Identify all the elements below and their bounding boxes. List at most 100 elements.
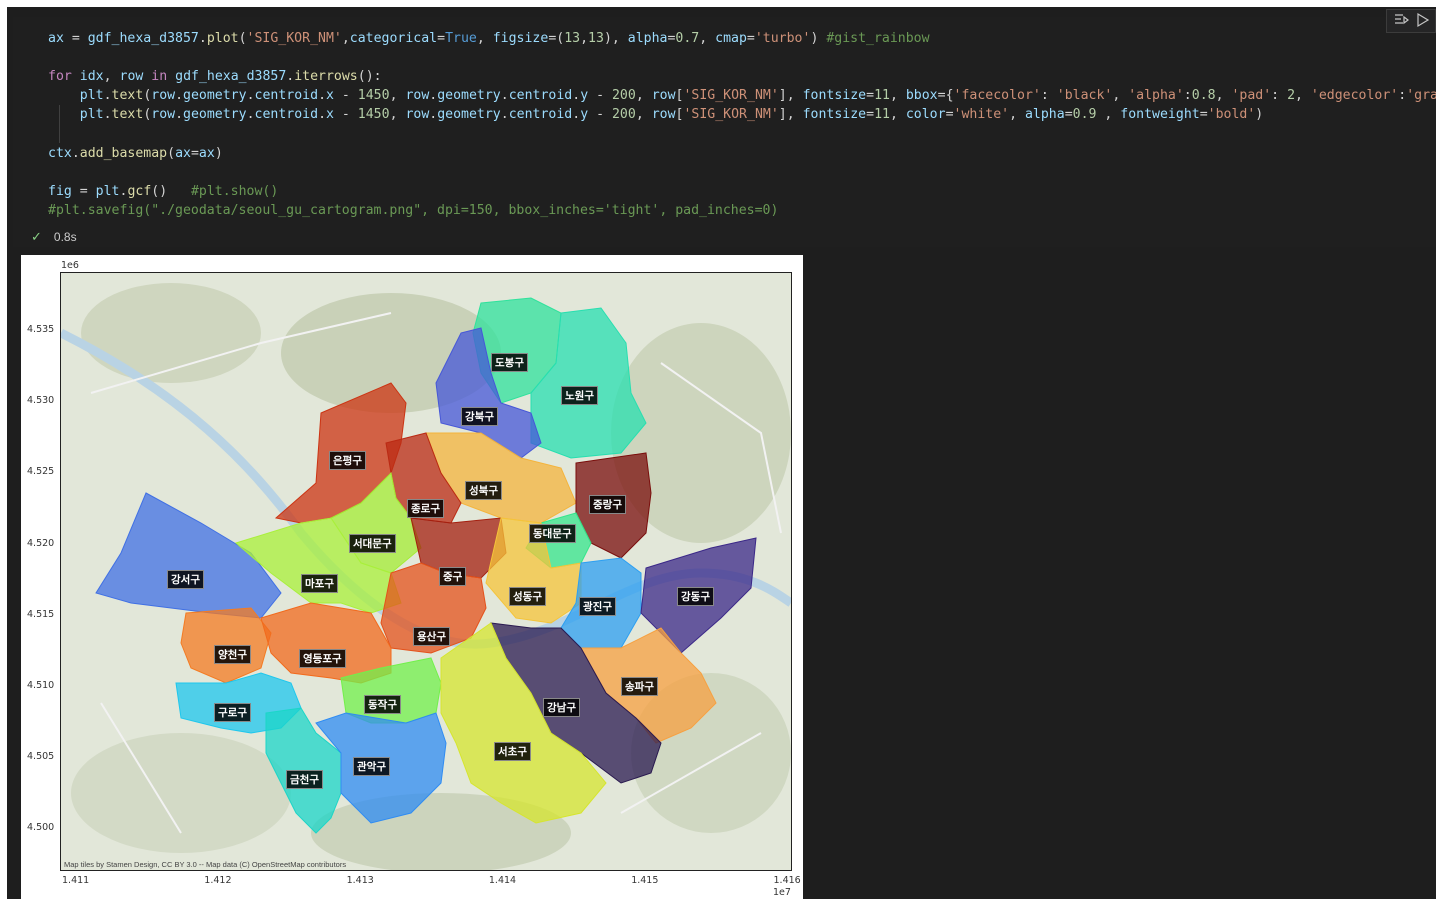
code-token: , xyxy=(635,107,652,123)
code-token: = xyxy=(866,88,875,104)
district-label: 강남구 xyxy=(543,698,580,717)
code-token: y xyxy=(580,88,589,104)
code-line: plt.text(row.geometry.centroid.x - 1450,… xyxy=(48,105,1436,124)
code-token: fig xyxy=(48,183,72,199)
code-token: 11 xyxy=(874,107,890,123)
code-token: = xyxy=(190,145,199,161)
y-axis-multiplier: 1e6 xyxy=(61,260,79,271)
code-token: 13 xyxy=(564,31,581,46)
x-tick-label: 1.413 xyxy=(346,875,374,886)
code-token: . xyxy=(175,107,184,123)
code-token: 200 xyxy=(611,107,636,123)
code-token: , xyxy=(699,31,716,46)
code-token: #plt.savefig("./geodata/seoul_gu_cartogr… xyxy=(48,202,779,218)
code-token: 'bold' xyxy=(1207,107,1256,123)
code-token: alpha xyxy=(1024,107,1065,123)
code-token: add_basemap xyxy=(79,145,168,161)
code-token: gdf_hexa_d3857 xyxy=(175,69,287,85)
code-token: ctx xyxy=(48,145,72,161)
code-token: 1450 xyxy=(357,88,390,104)
code-token: alpha xyxy=(627,31,668,46)
code-token: . xyxy=(500,88,509,104)
code-token: 13 xyxy=(588,31,604,46)
code-token: 200 xyxy=(611,88,636,104)
district-label: 동대문구 xyxy=(529,524,576,543)
code-token: y xyxy=(580,107,589,123)
y-tick-label: 4.530 xyxy=(27,395,55,407)
code-token: 0.7 xyxy=(675,31,700,46)
code-token: 0.9 xyxy=(1072,107,1097,123)
code-token: : xyxy=(1398,88,1407,104)
code-token: row xyxy=(119,69,144,85)
code-token: , xyxy=(341,31,350,46)
code-token: ) xyxy=(214,145,223,161)
district-label: 용산구 xyxy=(413,627,450,646)
code-token: = xyxy=(63,31,88,46)
code-token: text xyxy=(111,88,144,104)
code-token: . xyxy=(103,88,112,104)
code-line: fig = plt.gcf() #plt.show() xyxy=(48,182,1436,201)
code-line: for idx, row in gdf_hexa_d3857.iterrows(… xyxy=(48,67,1436,86)
code-token: gdf_hexa_d3857 xyxy=(87,31,199,46)
code-token: , xyxy=(389,107,406,123)
code-token: ) xyxy=(1255,107,1264,123)
code-token: () xyxy=(151,183,191,199)
district-label: 노원구 xyxy=(561,386,598,405)
district-label: 마포구 xyxy=(301,574,338,593)
code-token: , xyxy=(1009,107,1025,123)
code-token: x xyxy=(326,88,334,104)
code-token: - xyxy=(333,107,358,123)
district-label: 송파구 xyxy=(621,677,658,696)
code-token: color xyxy=(905,107,946,123)
run-cell-icon[interactable] xyxy=(1415,12,1431,28)
code-token: row xyxy=(405,88,430,104)
code-token: ax xyxy=(198,145,215,161)
code-cell[interactable]: ax = gdf_hexa_d3857.plot('SIG_KOR_NM',ca… xyxy=(13,9,1436,247)
code-token: = xyxy=(1064,107,1073,123)
y-tick-label: 4.535 xyxy=(27,324,55,335)
code-token: . xyxy=(572,88,581,104)
code-token: . xyxy=(318,88,327,104)
code-token: (): xyxy=(357,69,382,85)
map-attribution: Map tiles by Stamen Design, CC BY 3.0 --… xyxy=(64,860,347,869)
code-token: plt xyxy=(95,183,120,199)
district-label: 성북구 xyxy=(465,481,502,500)
code-token: ) xyxy=(810,31,827,46)
code-token: 1450 xyxy=(357,107,390,123)
code-token: ax xyxy=(175,145,191,161)
code-editor[interactable]: ax = gdf_hexa_d3857.plot('SIG_KOR_NM',ca… xyxy=(48,29,1436,220)
code-token: , xyxy=(1295,88,1311,104)
code-line: ctx.add_basemap(ax=ax) xyxy=(48,144,1436,163)
code-token: . xyxy=(175,88,184,104)
code-token: 'facecolor' xyxy=(953,88,1041,104)
district-label: 종로구 xyxy=(407,499,444,518)
code-token: , xyxy=(476,31,493,46)
window-top-border xyxy=(0,0,1436,7)
code-line: plt.text(row.geometry.centroid.x - 1450,… xyxy=(48,86,1436,105)
code-token: - xyxy=(333,88,358,104)
execute-above-icon[interactable] xyxy=(1393,12,1409,28)
code-token: row xyxy=(151,107,176,123)
district-label: 구로구 xyxy=(214,703,251,722)
district-label: 광진구 xyxy=(579,597,616,616)
code-token: row xyxy=(405,107,430,123)
code-token: , xyxy=(1112,88,1129,104)
code-token: = xyxy=(1199,107,1208,123)
x-tick-label: 1.414 xyxy=(488,875,517,886)
code-token: 'white' xyxy=(953,107,1010,123)
code-token: , xyxy=(103,69,120,85)
district-label: 도봉구 xyxy=(491,353,528,372)
success-check-icon: ✓ xyxy=(31,229,42,244)
code-token: , xyxy=(1096,107,1121,123)
code-token: row xyxy=(651,107,676,123)
code-token: : xyxy=(1271,88,1288,104)
code-token: #plt.show() xyxy=(190,183,279,199)
code-token: . xyxy=(103,107,112,123)
code-token: - xyxy=(588,88,612,104)
code-token: 'black' xyxy=(1056,88,1113,104)
code-token: ], xyxy=(778,88,803,104)
x-tick-label: 1.412 xyxy=(204,875,232,886)
